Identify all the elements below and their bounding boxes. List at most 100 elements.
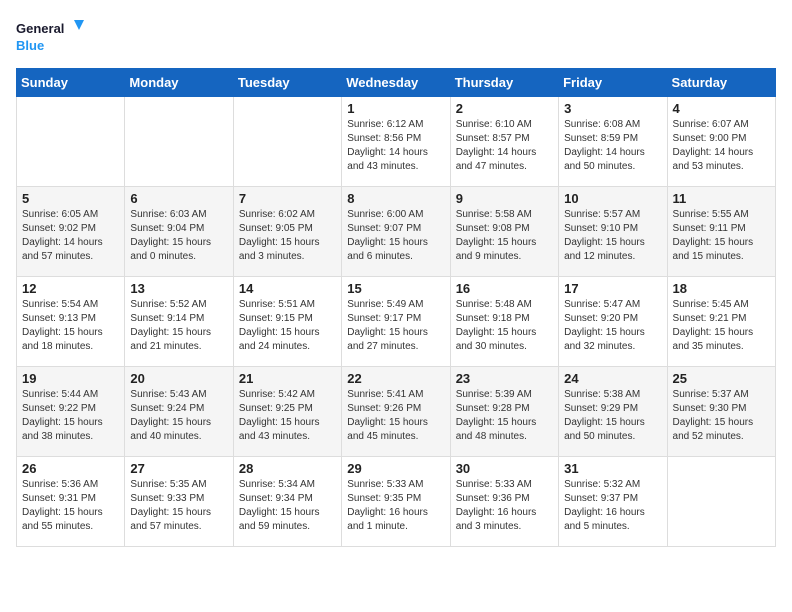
header-thursday: Thursday bbox=[450, 69, 558, 97]
cell-info: Sunrise: 5:48 AM Sunset: 9:18 PM Dayligh… bbox=[456, 298, 553, 354]
calendar-cell: 3 Sunrise: 6:08 AM Sunset: 8:59 PM Daylig… bbox=[559, 97, 667, 187]
day-number: 28 bbox=[239, 461, 336, 476]
header-monday: Monday bbox=[125, 69, 233, 97]
cell-info: Sunrise: 6:05 AM Sunset: 9:02 PM Dayligh… bbox=[22, 208, 119, 264]
cell-info: Sunrise: 5:35 AM Sunset: 9:33 PM Dayligh… bbox=[130, 478, 227, 534]
day-number: 15 bbox=[347, 281, 444, 296]
day-number: 27 bbox=[130, 461, 227, 476]
day-number: 30 bbox=[456, 461, 553, 476]
day-number: 23 bbox=[456, 371, 553, 386]
cell-info: Sunrise: 6:08 AM Sunset: 8:59 PM Dayligh… bbox=[564, 118, 661, 174]
cell-info: Sunrise: 5:37 AM Sunset: 9:30 PM Dayligh… bbox=[673, 388, 770, 444]
cell-info: Sunrise: 5:51 AM Sunset: 9:15 PM Dayligh… bbox=[239, 298, 336, 354]
day-number: 3 bbox=[564, 101, 661, 116]
calendar-cell: 27 Sunrise: 5:35 AM Sunset: 9:33 PM Dayli… bbox=[125, 457, 233, 547]
logo: General Blue bbox=[16, 16, 86, 56]
calendar-cell: 9 Sunrise: 5:58 AM Sunset: 9:08 PM Daylig… bbox=[450, 187, 558, 277]
calendar-week-row: 26 Sunrise: 5:36 AM Sunset: 9:31 PM Dayli… bbox=[17, 457, 776, 547]
calendar-cell: 23 Sunrise: 5:39 AM Sunset: 9:28 PM Dayli… bbox=[450, 367, 558, 457]
cell-info: Sunrise: 5:54 AM Sunset: 9:13 PM Dayligh… bbox=[22, 298, 119, 354]
svg-text:Blue: Blue bbox=[16, 38, 44, 53]
cell-info: Sunrise: 6:00 AM Sunset: 9:07 PM Dayligh… bbox=[347, 208, 444, 264]
cell-info: Sunrise: 5:58 AM Sunset: 9:08 PM Dayligh… bbox=[456, 208, 553, 264]
cell-info: Sunrise: 5:33 AM Sunset: 9:36 PM Dayligh… bbox=[456, 478, 553, 534]
calendar-cell: 20Sunrise: 5:43 AM Sunset: 9:24 PM Dayli… bbox=[125, 367, 233, 457]
cell-info: Sunrise: 5:38 AM Sunset: 9:29 PM Dayligh… bbox=[564, 388, 661, 444]
cell-info: Sunrise: 6:07 AM Sunset: 9:00 PM Dayligh… bbox=[673, 118, 770, 174]
calendar-cell: 29Sunrise: 5:33 AM Sunset: 9:35 PM Dayli… bbox=[342, 457, 450, 547]
cell-info: Sunrise: 6:02 AM Sunset: 9:05 PM Dayligh… bbox=[239, 208, 336, 264]
calendar-cell: 22Sunrise: 5:41 AM Sunset: 9:26 PM Dayli… bbox=[342, 367, 450, 457]
day-number: 14 bbox=[239, 281, 336, 296]
day-number: 13 bbox=[130, 281, 227, 296]
calendar-cell bbox=[125, 97, 233, 187]
calendar-cell: 13Sunrise: 5:52 AM Sunset: 9:14 PM Dayli… bbox=[125, 277, 233, 367]
calendar-cell: 7 Sunrise: 6:02 AM Sunset: 9:05 PM Daylig… bbox=[233, 187, 341, 277]
cell-info: Sunrise: 5:33 AM Sunset: 9:35 PM Dayligh… bbox=[347, 478, 444, 534]
day-number: 12 bbox=[22, 281, 119, 296]
cell-info: Sunrise: 5:47 AM Sunset: 9:20 PM Dayligh… bbox=[564, 298, 661, 354]
calendar-cell: 24Sunrise: 5:38 AM Sunset: 9:29 PM Dayli… bbox=[559, 367, 667, 457]
cell-info: Sunrise: 5:39 AM Sunset: 9:28 PM Dayligh… bbox=[456, 388, 553, 444]
logo-svg: General Blue bbox=[16, 16, 86, 56]
calendar-cell: 10 Sunrise: 5:57 AM Sunset: 9:10 PM Dayli… bbox=[559, 187, 667, 277]
calendar-cell: 14 Sunrise: 5:51 AM Sunset: 9:15 PM Dayli… bbox=[233, 277, 341, 367]
calendar-cell: 31 Sunrise: 5:32 AM Sunset: 9:37 PM Dayli… bbox=[559, 457, 667, 547]
cell-info: Sunrise: 5:55 AM Sunset: 9:11 PM Dayligh… bbox=[673, 208, 770, 264]
calendar-table: SundayMondayTuesdayWednesdayThursdayFrid… bbox=[16, 68, 776, 547]
calendar-week-row: 12 Sunrise: 5:54 AM Sunset: 9:13 PM Dayli… bbox=[17, 277, 776, 367]
day-number: 10 bbox=[564, 191, 661, 206]
header-tuesday: Tuesday bbox=[233, 69, 341, 97]
day-number: 4 bbox=[673, 101, 770, 116]
day-number: 7 bbox=[239, 191, 336, 206]
cell-info: Sunrise: 5:36 AM Sunset: 9:31 PM Dayligh… bbox=[22, 478, 119, 534]
calendar-header-row: SundayMondayTuesdayWednesdayThursdayFrid… bbox=[17, 69, 776, 97]
calendar-cell: 17 Sunrise: 5:47 AM Sunset: 9:20 PM Dayli… bbox=[559, 277, 667, 367]
calendar-cell bbox=[667, 457, 775, 547]
day-number: 1 bbox=[347, 101, 444, 116]
calendar-cell: 16 Sunrise: 5:48 AM Sunset: 9:18 PM Dayli… bbox=[450, 277, 558, 367]
cell-info: Sunrise: 6:10 AM Sunset: 8:57 PM Dayligh… bbox=[456, 118, 553, 174]
calendar-cell: 25 Sunrise: 5:37 AM Sunset: 9:30 PM Dayli… bbox=[667, 367, 775, 457]
calendar-week-row: 5 Sunrise: 6:05 AM Sunset: 9:02 PM Daylig… bbox=[17, 187, 776, 277]
day-number: 9 bbox=[456, 191, 553, 206]
day-number: 25 bbox=[673, 371, 770, 386]
header-friday: Friday bbox=[559, 69, 667, 97]
day-number: 22 bbox=[347, 371, 444, 386]
calendar-cell: 15Sunrise: 5:49 AM Sunset: 9:17 PM Dayli… bbox=[342, 277, 450, 367]
day-number: 19 bbox=[22, 371, 119, 386]
calendar-week-row: 1 Sunrise: 6:12 AM Sunset: 8:56 PM Daylig… bbox=[17, 97, 776, 187]
svg-text:General: General bbox=[16, 21, 64, 36]
cell-info: Sunrise: 5:34 AM Sunset: 9:34 PM Dayligh… bbox=[239, 478, 336, 534]
cell-info: Sunrise: 5:32 AM Sunset: 9:37 PM Dayligh… bbox=[564, 478, 661, 534]
day-number: 6 bbox=[130, 191, 227, 206]
day-number: 2 bbox=[456, 101, 553, 116]
day-number: 26 bbox=[22, 461, 119, 476]
calendar-cell: 21 Sunrise: 5:42 AM Sunset: 9:25 PM Dayli… bbox=[233, 367, 341, 457]
cell-info: Sunrise: 5:57 AM Sunset: 9:10 PM Dayligh… bbox=[564, 208, 661, 264]
calendar-cell: 12 Sunrise: 5:54 AM Sunset: 9:13 PM Dayli… bbox=[17, 277, 125, 367]
calendar-cell: 26 Sunrise: 5:36 AM Sunset: 9:31 PM Dayli… bbox=[17, 457, 125, 547]
day-number: 17 bbox=[564, 281, 661, 296]
calendar-cell: 2 Sunrise: 6:10 AM Sunset: 8:57 PM Daylig… bbox=[450, 97, 558, 187]
day-number: 21 bbox=[239, 371, 336, 386]
cell-info: Sunrise: 5:44 AM Sunset: 9:22 PM Dayligh… bbox=[22, 388, 119, 444]
calendar-cell: 11 Sunrise: 5:55 AM Sunset: 9:11 PM Dayli… bbox=[667, 187, 775, 277]
calendar-cell: 1 Sunrise: 6:12 AM Sunset: 8:56 PM Daylig… bbox=[342, 97, 450, 187]
calendar-cell: 5 Sunrise: 6:05 AM Sunset: 9:02 PM Daylig… bbox=[17, 187, 125, 277]
cell-info: Sunrise: 6:12 AM Sunset: 8:56 PM Dayligh… bbox=[347, 118, 444, 174]
header-saturday: Saturday bbox=[667, 69, 775, 97]
day-number: 31 bbox=[564, 461, 661, 476]
calendar-cell: 30 Sunrise: 5:33 AM Sunset: 9:36 PM Dayli… bbox=[450, 457, 558, 547]
cell-info: Sunrise: 5:43 AM Sunset: 9:24 PM Dayligh… bbox=[130, 388, 227, 444]
day-number: 11 bbox=[673, 191, 770, 206]
day-number: 16 bbox=[456, 281, 553, 296]
day-number: 5 bbox=[22, 191, 119, 206]
header-wednesday: Wednesday bbox=[342, 69, 450, 97]
calendar-cell: 19 Sunrise: 5:44 AM Sunset: 9:22 PM Dayli… bbox=[17, 367, 125, 457]
cell-info: Sunrise: 6:03 AM Sunset: 9:04 PM Dayligh… bbox=[130, 208, 227, 264]
cell-info: Sunrise: 5:45 AM Sunset: 9:21 PM Dayligh… bbox=[673, 298, 770, 354]
day-number: 8 bbox=[347, 191, 444, 206]
cell-info: Sunrise: 5:42 AM Sunset: 9:25 PM Dayligh… bbox=[239, 388, 336, 444]
header-sunday: Sunday bbox=[17, 69, 125, 97]
